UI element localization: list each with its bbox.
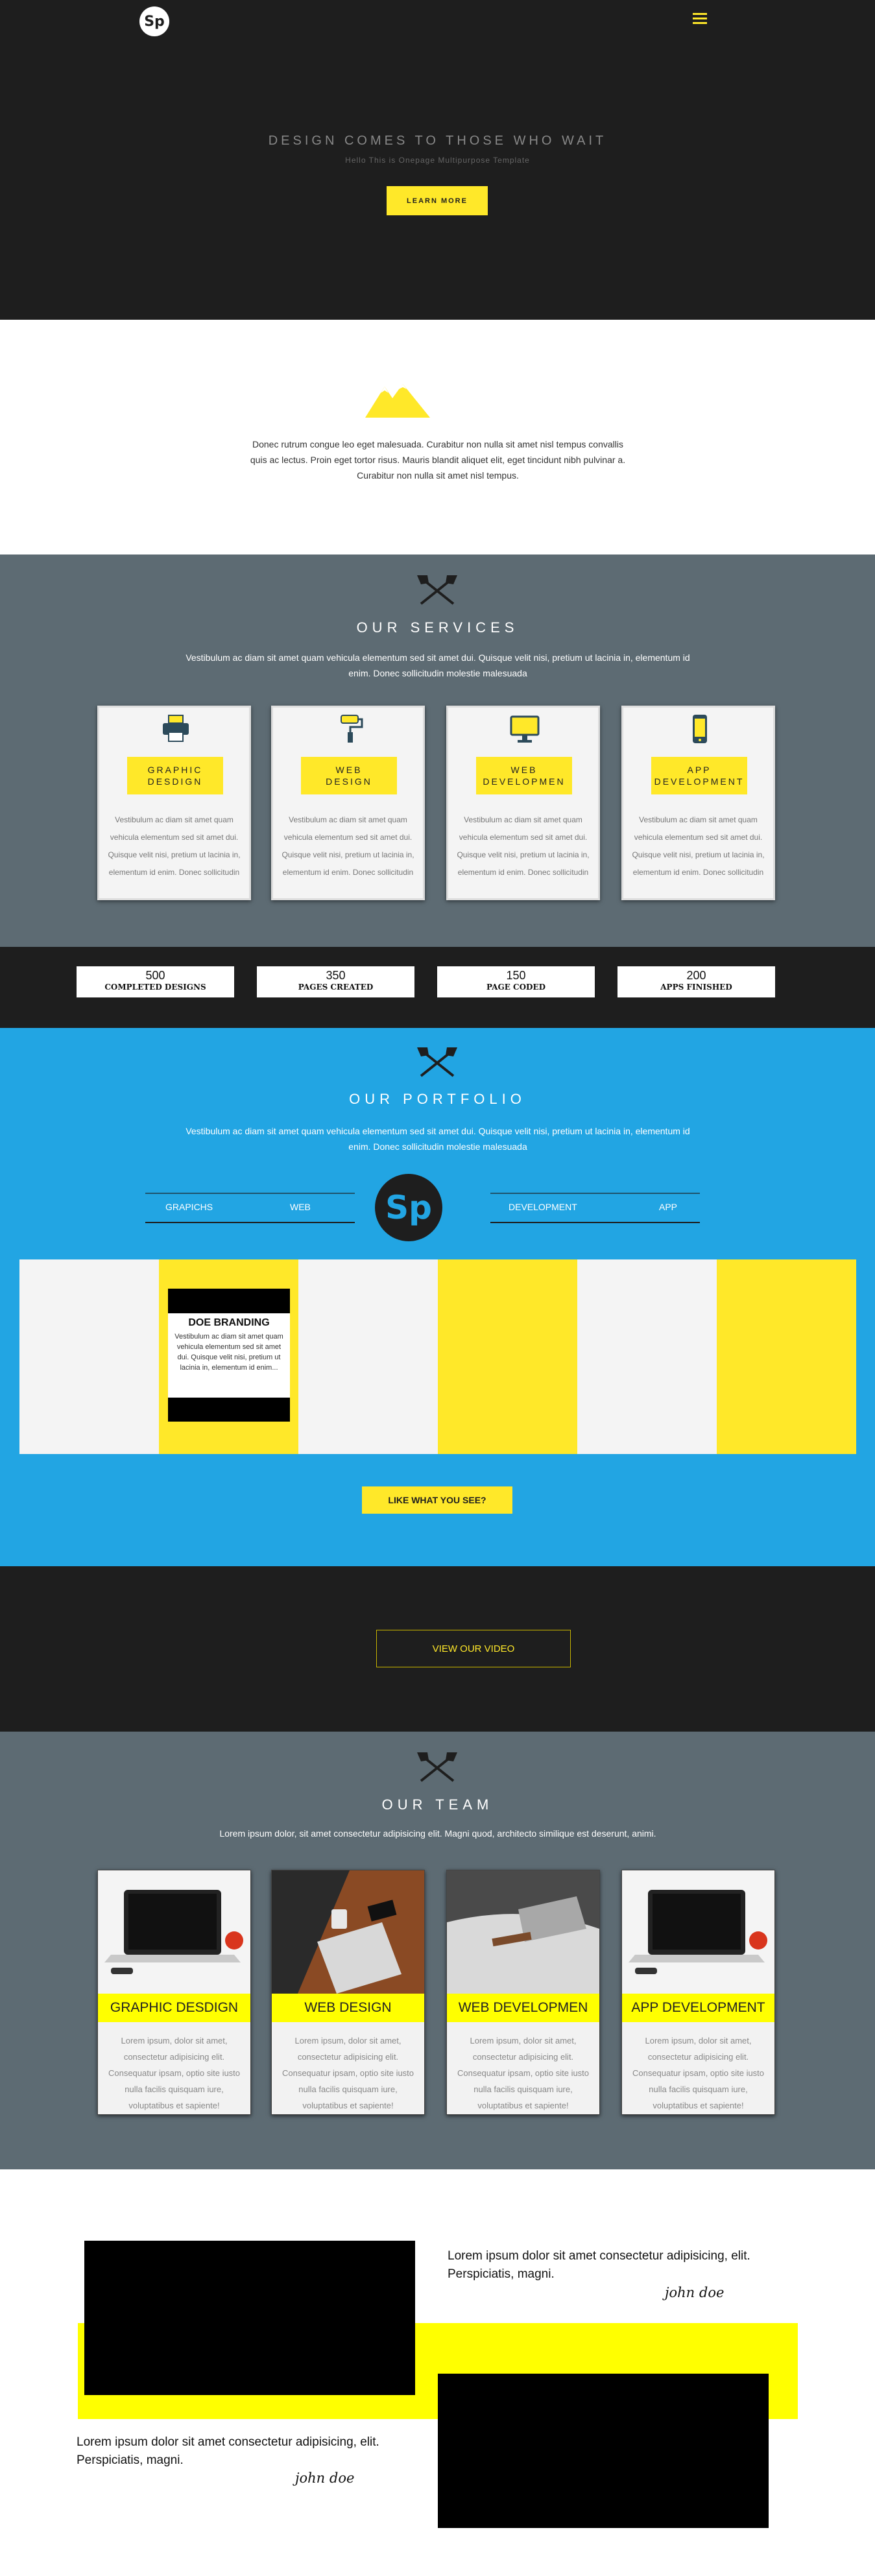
testimonial-author: john doe: [665, 2285, 725, 2300]
portfolio-title: OUR PORTFOLIO: [349, 1091, 526, 1107]
stat-value: 200: [686, 969, 706, 982]
team-member-text: Lorem ipsum, dolor sit amet, consectetur…: [632, 2036, 765, 2110]
stat-label: APPS FINISHED: [660, 983, 732, 992]
team-card[interactable]: WEB DESIGN Lorem ipsum, dolor sit amet, …: [271, 1870, 425, 2115]
portfolio-hover-card[interactable]: DOE BRANDING Vestibulum ac diam sit amet…: [168, 1289, 290, 1422]
portfolio-grid: DOE BRANDING Vestibulum ac diam sit amet…: [19, 1259, 856, 1454]
portfolio-item[interactable]: [577, 1259, 717, 1454]
stat-box: 350 PAGES CREATED: [257, 966, 414, 997]
team-member-label: GRAPHIC DESDIGN: [98, 1994, 250, 2022]
portfolio-item-text: Vestibulum ac diam sit amet quam vehicul…: [174, 1333, 283, 1372]
about-section: Donec rutrum congue leo eget malesuada. …: [0, 320, 875, 555]
service-label: WEB DESIGN: [301, 757, 397, 794]
testimonial-image: [84, 2241, 415, 2395]
logo-text: Sp: [144, 13, 165, 30]
portfolio-item[interactable]: [19, 1259, 159, 1454]
team-member-label: WEB DEVELOPMEN: [447, 1994, 599, 2022]
stat-value: 350: [326, 969, 346, 982]
service-label: WEB DEVELOPMEN: [476, 757, 572, 794]
team-description: Lorem ipsum dolor, sit amet consectetur …: [219, 1828, 656, 1839]
service-label: APP DEVELOPMENT: [651, 757, 747, 794]
stat-label: PAGE CODED: [486, 983, 545, 992]
stat-box: 500 COMPLETED DESIGNS: [77, 966, 234, 997]
learn-more-button[interactable]: LEARN MORE: [387, 186, 488, 215]
team-member-text: Lorem ipsum, dolor sit amet, consectetur…: [282, 2036, 414, 2110]
service-text: Vestibulum ac diam sit amet quam vehicul…: [108, 815, 241, 877]
testimonial-author: john doe: [295, 2470, 355, 2486]
team-member-label: APP DEVELOPMENT: [622, 1994, 774, 2022]
printer-icon: [163, 715, 189, 742]
site-logo[interactable]: Sp: [139, 6, 169, 36]
portfolio-item[interactable]: [717, 1259, 856, 1454]
hero-section: Sp DESIGN COMES TO THOSE WHO WAIT Hello …: [0, 0, 875, 320]
services-section: OUR SERVICES Vestibulum ac diam sit amet…: [0, 555, 875, 947]
hero-subtitle: Hello This is Onepage Multipurpose Templ…: [345, 156, 530, 165]
crossed-axes-icon: [417, 575, 457, 605]
services-description: Vestibulum ac diam sit amet quam vehicul…: [186, 652, 690, 678]
team-card[interactable]: GRAPHIC DESDIGN Lorem ipsum, dolor sit a…: [97, 1870, 251, 2115]
video-section: VIEW OUR VIDEO: [0, 1566, 875, 1732]
mountain-icon: [365, 384, 430, 418]
like-what-you-see-button[interactable]: LIKE WHAT YOU SEE?: [362, 1486, 512, 1514]
service-text: Vestibulum ac diam sit amet quam vehicul…: [282, 815, 414, 877]
testimonials-section: Lorem ipsum dolor sit amet consectetur a…: [0, 2169, 875, 2576]
crossed-axes-icon: [417, 1047, 457, 1077]
stat-value: 500: [145, 969, 165, 982]
hamburger-icon[interactable]: [693, 13, 707, 25]
tab-web[interactable]: WEB: [290, 1202, 311, 1212]
hero-title: DESIGN COMES TO THOSE WHO WAIT: [268, 134, 607, 148]
stats-section: 500 COMPLETED DESIGNS 350 PAGES CREATED 15…: [0, 947, 875, 1028]
portfolio-logo: Sp: [375, 1174, 442, 1241]
laptop-photo: [622, 1870, 774, 1994]
service-card[interactable]: APP DEVELOPMENT Vestibulum ac diam sit a…: [621, 706, 775, 900]
service-card[interactable]: GRAPHIC DESDIGN Vestibulum ac diam sit a…: [97, 706, 251, 900]
monitor-icon: [510, 715, 540, 743]
view-video-button[interactable]: VIEW OUR VIDEO: [376, 1630, 571, 1667]
services-title: OUR SERVICES: [356, 619, 519, 636]
portfolio-item[interactable]: DOE BRANDING Vestibulum ac diam sit amet…: [159, 1259, 298, 1454]
bed-laptop-photo: [447, 1870, 599, 1994]
team-member-label: WEB DESIGN: [272, 1994, 424, 2022]
team-section: OUR TEAM Lorem ipsum dolor, sit amet con…: [0, 1732, 875, 2169]
tab-graphics[interactable]: GRAPICHS: [165, 1202, 213, 1212]
crossed-axes-icon: [417, 1752, 457, 1782]
testimonial-quote: Lorem ipsum dolor sit amet consectetur a…: [448, 2249, 750, 2281]
stat-label: COMPLETED DESIGNS: [104, 983, 206, 992]
about-text: Donec rutrum congue leo eget malesuada. …: [250, 439, 626, 481]
paint-roller-icon: [341, 715, 363, 743]
portfolio-item[interactable]: [438, 1259, 577, 1454]
portfolio-item[interactable]: [298, 1259, 438, 1454]
phone-icon: [693, 715, 707, 743]
logo-text: Sp: [385, 1189, 432, 1226]
stat-box: 200 APPS FINISHED: [617, 966, 775, 997]
stat-label: PAGES CREATED: [298, 983, 374, 992]
testimonial-quote: Lorem ipsum dolor sit amet consectetur a…: [77, 2435, 379, 2467]
team-title: OUR TEAM: [381, 1796, 494, 1813]
laptop-photo: [98, 1870, 250, 1994]
tab-development[interactable]: DEVELOPMENT: [509, 1202, 577, 1212]
desk-photo: [272, 1870, 424, 1994]
service-text: Vestibulum ac diam sit amet quam vehicul…: [632, 815, 765, 877]
portfolio-section: OUR PORTFOLIO Vestibulum ac diam sit ame…: [0, 1028, 875, 1566]
stat-box: 150 PAGE CODED: [437, 966, 595, 997]
portfolio-item-title: DOE BRANDING: [188, 1317, 270, 1328]
team-member-text: Lorem ipsum, dolor sit amet, consectetur…: [108, 2036, 241, 2110]
stat-value: 150: [506, 969, 526, 982]
service-card[interactable]: WEB DEVELOPMEN Vestibulum ac diam sit am…: [446, 706, 600, 900]
team-card[interactable]: APP DEVELOPMENT Lorem ipsum, dolor sit a…: [621, 1870, 775, 2115]
service-label: GRAPHIC DESDIGN: [127, 757, 223, 794]
service-text: Vestibulum ac diam sit amet quam vehicul…: [457, 815, 590, 877]
testimonial-image: [438, 2374, 769, 2528]
service-card[interactable]: WEB DESIGN Vestibulum ac diam sit amet q…: [271, 706, 425, 900]
team-card[interactable]: WEB DEVELOPMEN Lorem ipsum, dolor sit am…: [446, 1870, 600, 2115]
portfolio-description: Vestibulum ac diam sit amet quam vehicul…: [186, 1126, 690, 1152]
team-member-text: Lorem ipsum, dolor sit amet, consectetur…: [457, 2036, 590, 2110]
tab-app[interactable]: APP: [659, 1202, 677, 1212]
